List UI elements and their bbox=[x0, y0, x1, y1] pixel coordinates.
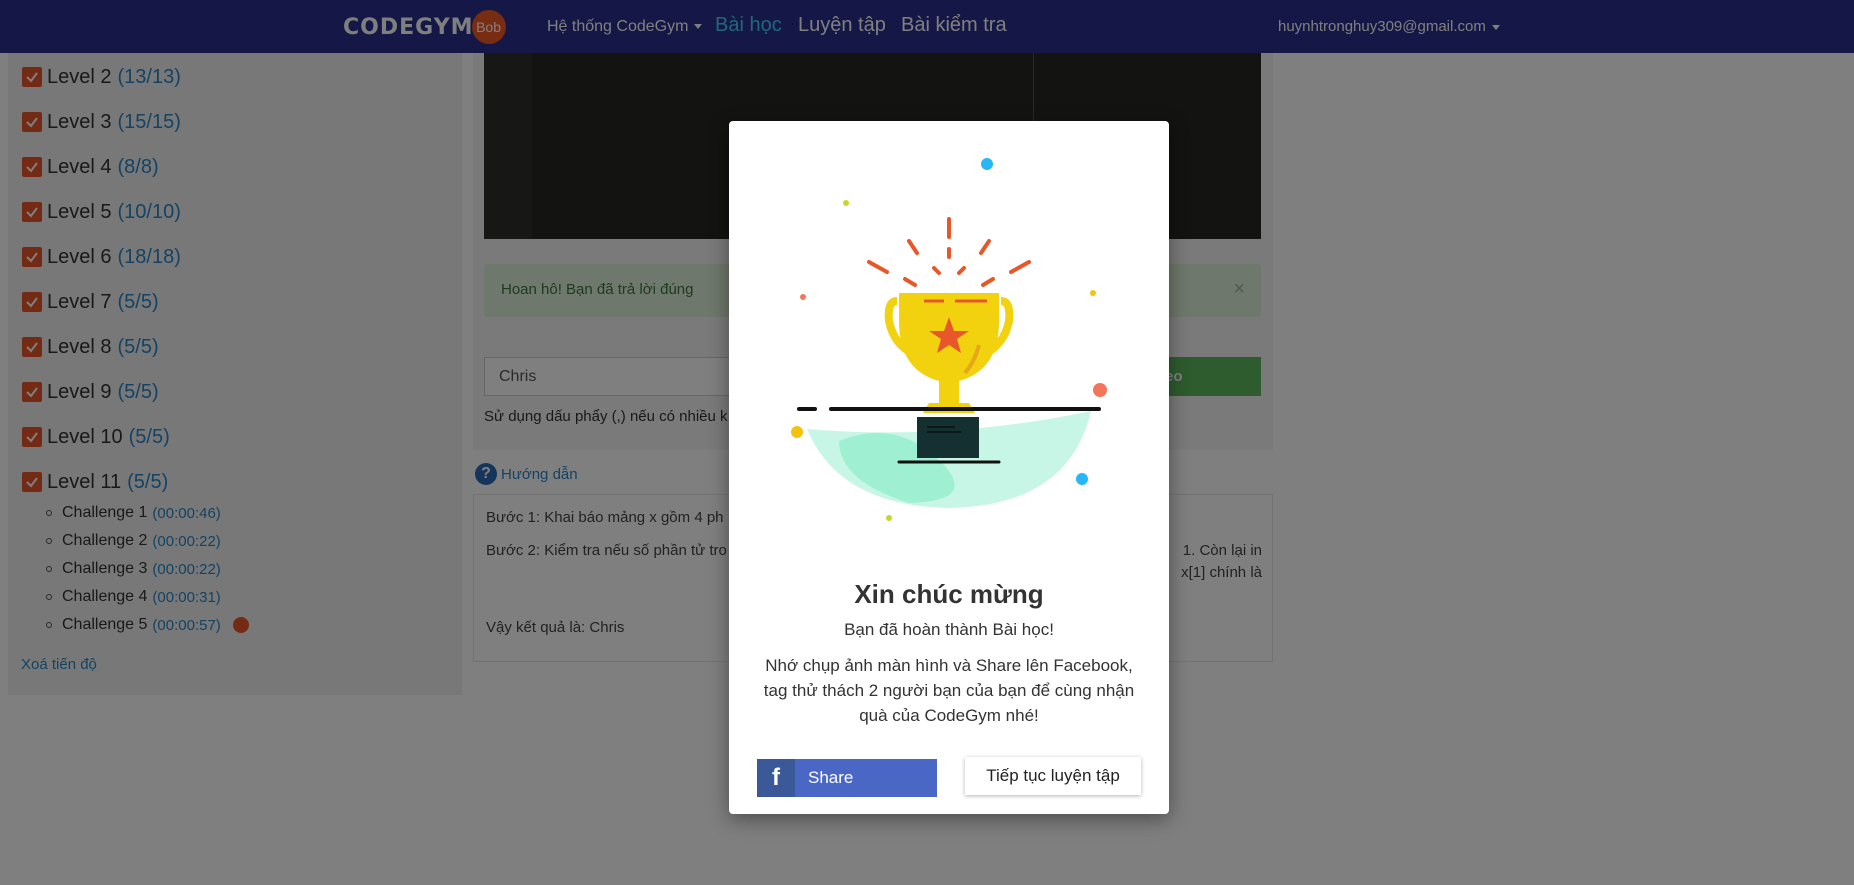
modal-subtitle: Bạn đã hoàn thành Bài học! bbox=[844, 620, 1054, 639]
confetti-dot bbox=[791, 426, 803, 438]
confetti-dot bbox=[981, 158, 993, 170]
confetti-dot bbox=[843, 200, 849, 206]
modal-message: Nhớ chụp ảnh màn hình và Share lên Faceb… bbox=[763, 656, 1135, 725]
shine-rays bbox=[867, 217, 1031, 287]
share-label: Share bbox=[808, 768, 854, 787]
continue-practice-button[interactable]: Tiếp tục luyện tập bbox=[965, 757, 1141, 795]
confetti-dot bbox=[1076, 473, 1088, 485]
confetti-dot bbox=[886, 515, 892, 521]
modal-title: Xin chúc mừng bbox=[854, 579, 1044, 609]
trophy-pedestal bbox=[917, 417, 979, 458]
confetti-dot bbox=[800, 294, 806, 300]
congrats-modal: Xin chúc mừng Bạn đã hoàn thành Bài học!… bbox=[729, 121, 1169, 814]
confetti-dot bbox=[1093, 383, 1107, 397]
trophy-illustration bbox=[791, 158, 1107, 521]
facebook-share-button[interactable]: f Share bbox=[757, 759, 937, 797]
facebook-icon: f bbox=[757, 759, 795, 797]
confetti-dot bbox=[1090, 290, 1096, 296]
trophy-stem bbox=[939, 381, 959, 403]
